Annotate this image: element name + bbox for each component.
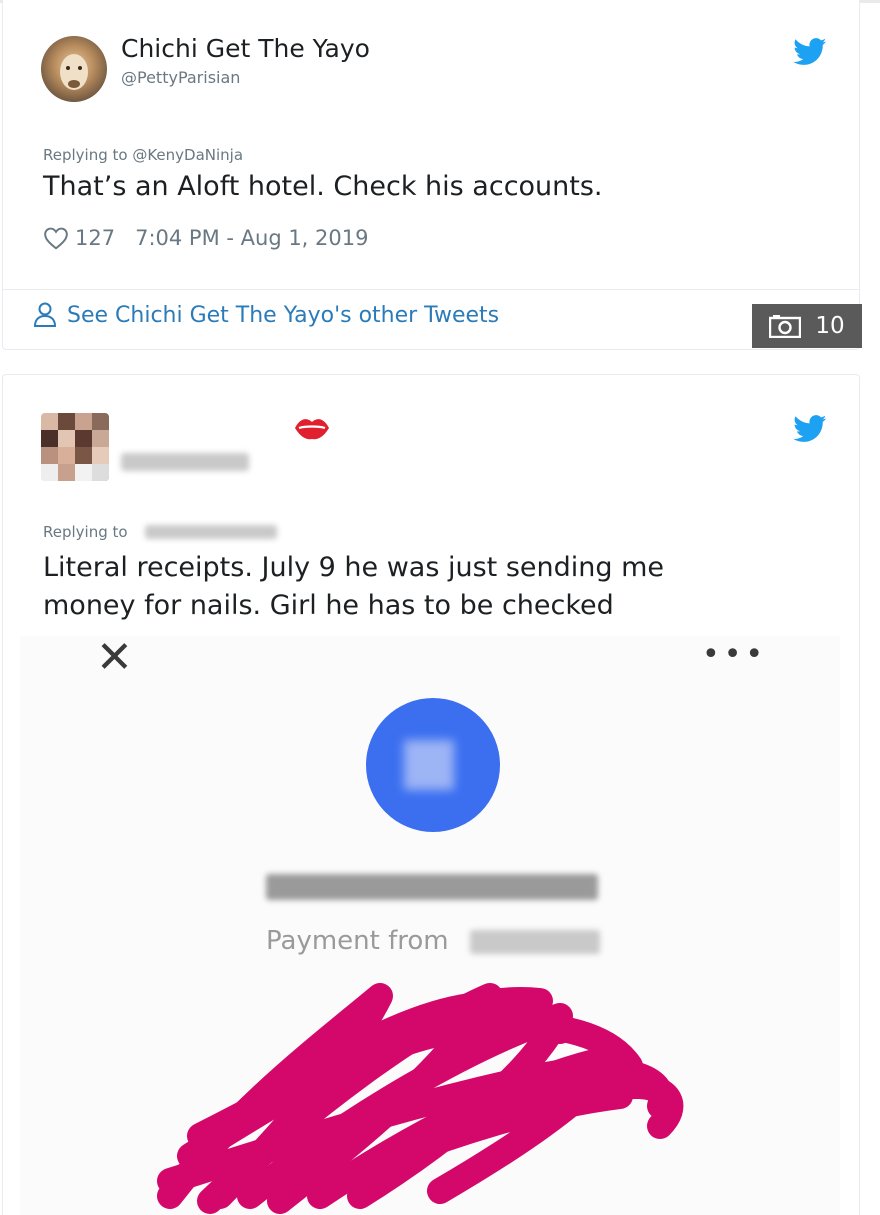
see-other-tweets-label: See Chichi Get The Yayo's other Tweets <box>67 302 500 328</box>
replying-to[interactable]: Replying to <box>43 523 128 541</box>
see-other-tweets-link[interactable]: See Chichi Get The Yayo's other Tweets <box>33 302 499 328</box>
replying-to[interactable]: Replying to @KenyDaNinja <box>43 146 243 164</box>
avatar-blurred[interactable] <box>41 413 109 481</box>
heart-icon[interactable] <box>43 226 69 250</box>
person-icon <box>33 302 57 327</box>
like-count[interactable]: 127 <box>75 226 115 250</box>
lips-emoji-icon <box>295 419 329 440</box>
camera-icon <box>769 315 802 338</box>
display-name[interactable]: Chichi Get The Yayo <box>121 34 370 63</box>
blurred-reply-handle <box>145 525 277 539</box>
photo-count: 10 <box>815 313 845 339</box>
tweet-card-1: Chichi Get The Yayo @PettyParisian Reply… <box>2 0 860 350</box>
avatar[interactable] <box>41 36 107 102</box>
photo-count-badge[interactable]: 10 <box>752 304 862 348</box>
twitter-bird-icon[interactable] <box>793 38 827 66</box>
lion-avatar-image <box>60 54 88 90</box>
tweet-meta: 127 7:04 PM - Aug 1, 2019 <box>43 226 368 250</box>
payment-screenshot-image[interactable]: ✕ ••• Payment from <box>20 636 840 1215</box>
redaction-scribble <box>157 983 684 1214</box>
blurred-username <box>121 453 249 471</box>
tweet-timestamp[interactable]: 7:04 PM - Aug 1, 2019 <box>135 226 368 250</box>
replying-to-label: Replying to <box>43 523 128 541</box>
tweet-text: Literal receipts. July 9 he was just sen… <box>43 549 664 625</box>
tweet-text-line-2: money for nails. Girl he has to be check… <box>43 590 614 621</box>
tweet-text: That’s an Aloft hotel. Check his account… <box>43 171 603 202</box>
user-handle[interactable]: @PettyParisian <box>121 68 240 87</box>
card-divider <box>3 289 859 290</box>
tweet-text-line-1: Literal receipts. July 9 he was just sen… <box>43 552 665 583</box>
twitter-bird-icon[interactable] <box>793 415 827 443</box>
